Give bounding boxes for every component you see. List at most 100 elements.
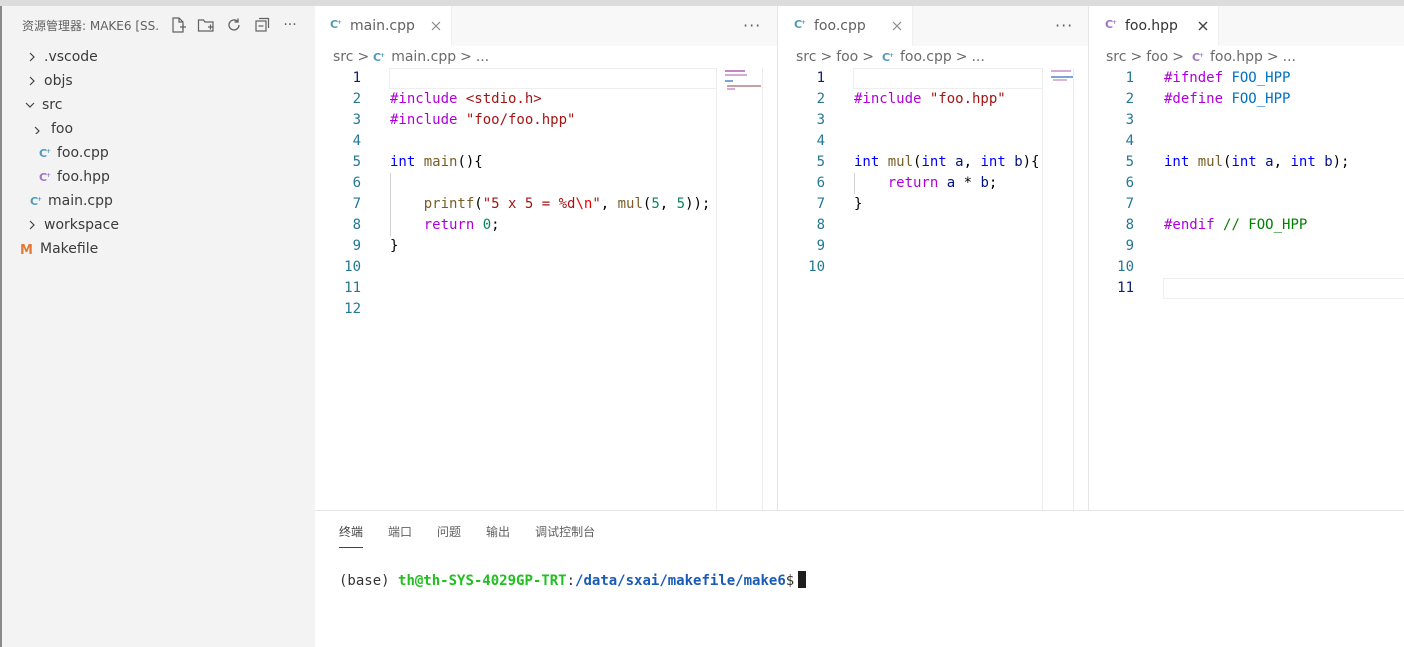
code-line: return 0; (390, 217, 500, 233)
code-line: printf("5 x 5 = %d\n", mul(5, 5)); (390, 196, 711, 212)
explorer-header: 资源管理器: MAKE6 [SS... ··· (2, 6, 315, 44)
more-actions-icon[interactable]: ··· (280, 15, 300, 35)
line-number: 5 (352, 154, 361, 170)
chevron-down-icon (33, 123, 45, 135)
line-number: 4 (816, 133, 825, 149)
breadcrumb-separator: > (1172, 49, 1184, 65)
breadcrumb-separator: > (357, 49, 370, 65)
breadcrumb-item[interactable]: ... (1283, 49, 1296, 65)
breadcrumb-item[interactable]: src (333, 49, 353, 65)
file-tree: .vscode objs src foo C + foo.cpp C + foo.h… (2, 45, 315, 261)
tree-item-makefile[interactable]: M Makefile (2, 237, 315, 261)
line-number: 2 (352, 91, 361, 107)
hpp-file-icon: C + (1105, 17, 1119, 35)
editor-group-main-cpp: C + main.cpp ··· src > C + main.cpp > ... … (315, 6, 778, 510)
tab-debug-console[interactable]: 调试控制台 (535, 523, 595, 548)
tab-problems[interactable]: 问题 (437, 523, 461, 548)
cpp-file-icon: C + (39, 146, 53, 160)
line-number: 5 (816, 154, 825, 170)
tab-ports[interactable]: 端口 (388, 523, 412, 548)
line-number: 7 (352, 196, 361, 212)
tree-item-main-cpp[interactable]: C + main.cpp (2, 189, 315, 213)
breadcrumb-item[interactable]: main.cpp (391, 49, 456, 65)
svg-text:+: + (889, 52, 894, 59)
terminal-colon: : (566, 573, 576, 589)
code-line: int main(){ (390, 154, 483, 170)
tab-bar: C + main.cpp ··· (315, 6, 777, 46)
breadcrumb-item[interactable]: foo.hpp (1210, 49, 1263, 65)
svg-text:+: + (380, 52, 385, 59)
tree-item-label: foo.hpp (57, 169, 110, 185)
breadcrumb-separator: > (1266, 49, 1279, 65)
chevron-down-icon (24, 99, 36, 111)
line-number: 2 (816, 91, 825, 107)
tree-item-workspace[interactable]: workspace (2, 213, 315, 237)
code-line: #endif // FOO_HPP (1164, 217, 1308, 233)
chevron-right-icon (26, 51, 38, 63)
line-number: 3 (816, 112, 825, 128)
tree-item-foo[interactable]: foo (2, 117, 315, 141)
line-number: 9 (352, 238, 361, 254)
collapse-all-icon[interactable] (252, 15, 272, 35)
line-number: 12 (344, 301, 361, 317)
tree-item-vscode[interactable]: .vscode (2, 45, 315, 69)
line-number: 3 (1125, 112, 1134, 128)
tab-label: foo.cpp (814, 18, 866, 34)
breadcrumb-item[interactable]: src (796, 49, 816, 65)
tab-label: foo.hpp (1125, 18, 1178, 34)
tab-label: main.cpp (350, 18, 415, 34)
editor-group-foo-hpp: C + foo.hpp src > foo > C + foo.hpp > ... … (1090, 6, 1404, 510)
tree-item-foo-cpp[interactable]: C + foo.cpp (2, 141, 315, 165)
breadcrumb: src > foo > C + foo.cpp > ... (779, 46, 1088, 68)
line-number: 4 (352, 133, 361, 149)
tab-output[interactable]: 输出 (486, 523, 510, 548)
svg-text:+: + (37, 196, 42, 203)
breadcrumb-item[interactable]: foo (1146, 49, 1168, 65)
close-icon[interactable] (1198, 21, 1208, 31)
vertical-scrollbar[interactable] (762, 68, 776, 510)
code-editor[interactable]: 1 2 #include <stdio.h> 3 #include "foo/foo… (315, 68, 777, 510)
cpp-file-icon: C + (373, 50, 387, 64)
terminal-env: (base) (339, 573, 399, 589)
svg-text:+: + (1199, 52, 1204, 59)
close-icon[interactable] (892, 21, 902, 31)
more-actions-icon[interactable]: ··· (743, 16, 761, 35)
line-number: 10 (1117, 259, 1134, 275)
minimap[interactable] (716, 68, 762, 510)
code-editor[interactable]: 1 #ifndef FOO_HPP 2 #define FOO_HPP 3 4 5 i… (1090, 68, 1404, 510)
new-folder-icon[interactable] (196, 15, 216, 35)
chevron-right-icon (26, 75, 38, 87)
tab-foo-cpp[interactable]: C + foo.cpp (779, 6, 913, 46)
code-line: #include <stdio.h> (390, 91, 542, 107)
line-number: 4 (1125, 133, 1134, 149)
terminal[interactable]: (base) th@th-SYS-4029GP-TRT:/data/sxai/m… (339, 571, 807, 589)
explorer-sidebar: 资源管理器: MAKE6 [SS... ··· .vscode objs src… (0, 6, 315, 647)
tab-main-cpp[interactable]: C + main.cpp (315, 6, 452, 46)
line-number: 8 (816, 217, 825, 233)
hpp-file-icon: C + (39, 170, 53, 184)
tree-item-label: .vscode (44, 49, 98, 65)
tab-foo-hpp[interactable]: C + foo.hpp (1090, 6, 1219, 46)
breadcrumb-item[interactable]: ... (476, 49, 489, 65)
breadcrumb-item[interactable]: ... (971, 49, 984, 65)
tree-item-label: workspace (44, 217, 119, 233)
breadcrumb-separator: > (862, 49, 874, 65)
line-number: 5 (1125, 154, 1134, 170)
refresh-icon[interactable] (224, 15, 244, 35)
breadcrumb-item[interactable]: foo.cpp (900, 49, 952, 65)
code-line: #include "foo.hpp" (854, 91, 1006, 107)
tab-terminal[interactable]: 终端 (339, 523, 364, 548)
tree-item-src[interactable]: src (2, 93, 315, 117)
line-number: 9 (1125, 238, 1134, 254)
tree-item-label: objs (44, 73, 73, 89)
vertical-scrollbar[interactable] (1073, 68, 1087, 510)
tree-item-objs[interactable]: objs (2, 69, 315, 93)
close-icon[interactable] (431, 21, 441, 31)
breadcrumb-item[interactable]: foo (836, 49, 858, 65)
new-file-icon[interactable] (168, 15, 188, 35)
more-actions-icon[interactable]: ··· (1055, 16, 1073, 35)
code-line: } (854, 196, 863, 212)
breadcrumb-item[interactable]: src (1106, 49, 1126, 65)
tree-item-foo-hpp[interactable]: C + foo.hpp (2, 165, 315, 189)
breadcrumb-separator: > (955, 49, 968, 65)
